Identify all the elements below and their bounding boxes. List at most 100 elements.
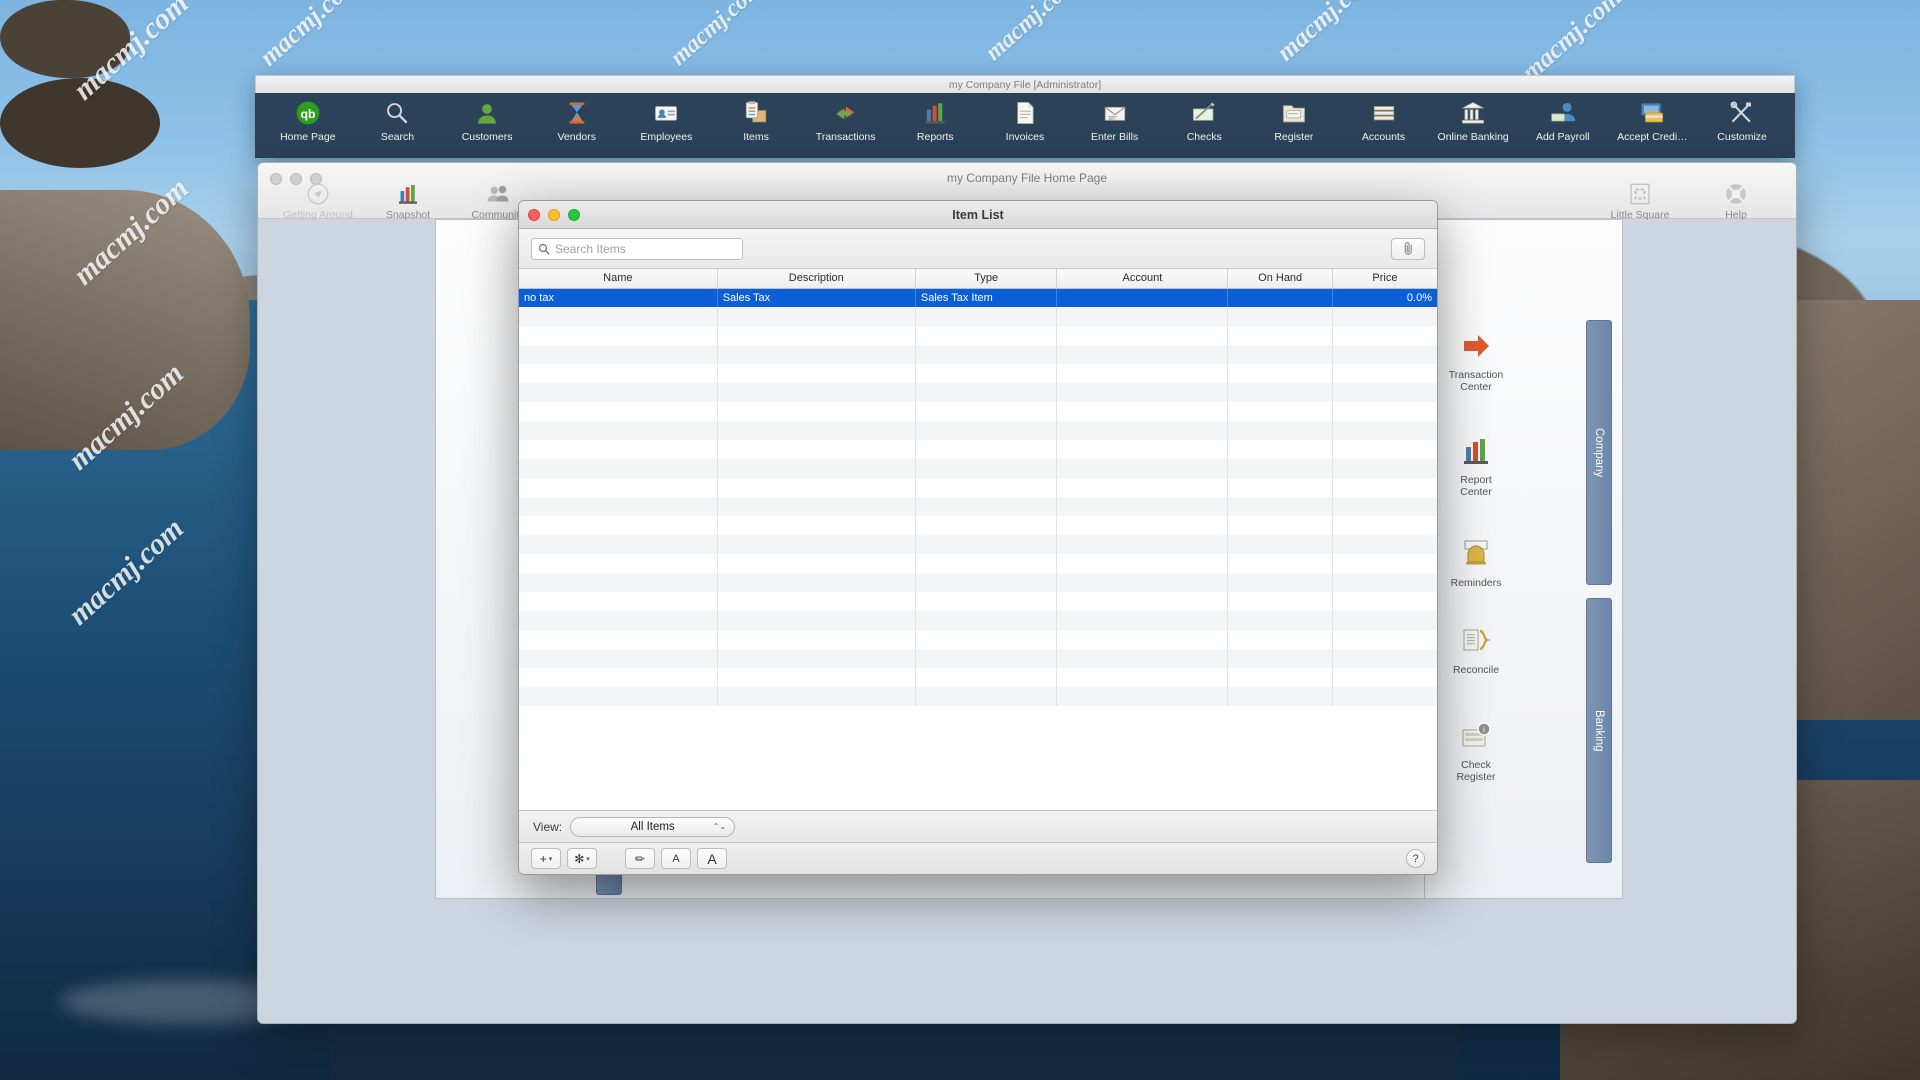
toolbar-item-home-page[interactable]: qb Home Page [263,98,353,143]
toolbar-item-accounts[interactable]: Accounts [1339,98,1429,143]
toolbar-item-reports[interactable]: Reports [890,98,980,143]
search-input[interactable] [555,241,736,256]
toolbar-item-add-payroll[interactable]: Add Payroll [1518,98,1608,143]
cell-empty [1332,535,1437,554]
toolbar-item-accept-credi[interactable]: Accept Credi… [1608,98,1698,143]
table-row[interactable] [519,326,1437,345]
search-items-field[interactable] [531,237,743,260]
cell-empty [915,687,1058,706]
cell-empty [1056,687,1229,706]
cell-empty [1056,535,1229,554]
cell-empty [717,478,916,497]
toolbar-item-enter-bills[interactable]: Enter Bills [1070,98,1160,143]
toolbar-item-checks[interactable]: Checks [1159,98,1249,143]
toolbar-item-employees[interactable]: Employees [622,98,712,143]
cell-empty [915,554,1058,573]
actions-button[interactable]: ✻ ▾ [567,848,597,869]
toolbar-item-invoices[interactable]: Invoices [980,98,1070,143]
home-icon-reminders[interactable]: Reminders [1430,538,1522,589]
vertical-tab-company-label: Company [1593,427,1605,478]
table-row[interactable] [519,630,1437,649]
home-toolbar-item-help[interactable]: Help [1698,181,1774,221]
item-list-table-container[interactable]: Name Description Type Account On Hand Price n… [519,269,1437,810]
add-item-button[interactable]: + ▾ [531,848,561,869]
cell-empty [717,668,916,687]
toolbar-icon-wrap [1639,98,1665,128]
table-row[interactable] [519,535,1437,554]
cell-empty [1056,630,1229,649]
cell-empty [717,687,916,706]
toolbar-item-register[interactable]: Register [1249,98,1339,143]
column-header-account[interactable]: Account [1056,269,1229,289]
edit-item-button[interactable]: ✏ [625,848,655,869]
edit-item-icon: ✏ [634,851,646,866]
arrows-exchange-icon [833,100,859,126]
column-header-description[interactable]: Description [717,269,916,289]
toolbar-item-vendors[interactable]: Vendors [532,98,622,143]
table-row[interactable] [519,497,1437,516]
column-header-type[interactable]: Type [915,269,1058,289]
table-row[interactable] [519,440,1437,459]
table-row[interactable] [519,649,1437,668]
toolbar-icon-wrap [564,98,590,128]
table-row[interactable] [519,421,1437,440]
home-icon-reconcile[interactable]: Reconcile [1430,625,1522,676]
vertical-tab-banking[interactable]: Banking [1586,598,1612,863]
table-row[interactable] [519,478,1437,497]
toolbar-item-label: Items [743,131,769,143]
cell-empty [1056,554,1229,573]
column-header-price[interactable]: Price [1332,269,1437,289]
table-row[interactable] [519,687,1437,706]
font-small-button[interactable]: A [661,848,691,869]
cell-empty [519,516,718,535]
cell-empty [1227,592,1333,611]
home-icon-graphic [1460,435,1492,472]
toolbar-item-online-banking[interactable]: Online Banking [1428,98,1518,143]
item-list-titlebar[interactable]: Item List [519,201,1437,229]
cell-empty [1056,649,1229,668]
cell-empty [519,554,718,573]
table-row[interactable] [519,345,1437,364]
home-toolbar-item-little-square[interactable]: Little Square [1602,181,1678,221]
table-row[interactable] [519,364,1437,383]
attach-file-button[interactable] [1391,237,1425,260]
home-icon-check-register[interactable]: i Check Register [1430,720,1522,784]
table-row[interactable] [519,592,1437,611]
column-header-name[interactable]: Name [519,269,718,289]
table-row[interactable]: no tax Sales Tax Sales Tax Item 0.0% [519,288,1437,307]
cell-empty [915,364,1058,383]
cell-empty [1056,364,1229,383]
toolbar-item-customize[interactable]: Customize [1697,98,1787,143]
home-toolbar-item-snapshot[interactable]: Snapshot [370,181,446,221]
table-row[interactable] [519,554,1437,573]
column-header-on-hand[interactable]: On Hand [1227,269,1333,289]
table-row[interactable] [519,383,1437,402]
view-bar: View: All Items ⌃⌄ [519,810,1437,842]
toolbar-item-customers[interactable]: Customers [442,98,532,143]
table-row[interactable] [519,459,1437,478]
table-row[interactable] [519,307,1437,326]
toolbar-item-search[interactable]: Search [353,98,443,143]
table-row[interactable] [519,573,1437,592]
person-blue-card-icon [1550,100,1576,126]
help-button[interactable]: ? [1406,849,1425,868]
cell-empty [717,535,916,554]
cell-empty [717,611,916,630]
table-row[interactable] [519,668,1437,687]
table-row[interactable] [519,611,1437,630]
home-icon-report-center[interactable]: Report Center [1430,435,1522,499]
home-icon-transaction-center[interactable]: Transaction Center [1430,330,1522,394]
toolbar-item-items[interactable]: Items [711,98,801,143]
monitor-card-icon [1639,100,1665,126]
toolbar-icon-wrap [1281,98,1307,128]
view-select[interactable]: All Items ⌃⌄ [570,816,736,837]
toolbar-item-transactions[interactable]: Transactions [801,98,891,143]
cell-empty [915,497,1058,516]
table-row[interactable] [519,516,1437,535]
font-large-button[interactable]: A [697,848,727,869]
table-row[interactable] [519,402,1437,421]
home-toolbar-icon-wrap [486,181,510,207]
cell-empty [1332,611,1437,630]
vertical-tab-company[interactable]: Company [1586,320,1612,585]
open-folder-icon [1281,100,1307,126]
